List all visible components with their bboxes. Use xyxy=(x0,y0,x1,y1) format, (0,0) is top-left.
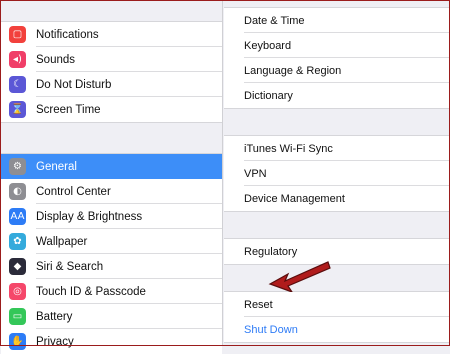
itunes-wifi-sync-label: iTunes Wi-Fi Sync xyxy=(244,142,333,155)
sidebar-item-touch-id-passcode[interactable]: ◎ Touch ID & Passcode xyxy=(1,279,222,304)
detail-spacer xyxy=(224,212,449,238)
wallpaper-icon: ✿ xyxy=(9,233,26,250)
detail-spacer xyxy=(224,265,449,291)
sidebar-item-privacy[interactable]: ✋ Privacy xyxy=(1,329,222,354)
sidebar-item-display-brightness[interactable]: AA Display & Brightness xyxy=(1,204,222,229)
sidebar-item-battery[interactable]: ▭ Battery xyxy=(1,304,222,329)
sidebar-item-wallpaper[interactable]: ✿ Wallpaper xyxy=(1,229,222,254)
moon-icon: ☾ xyxy=(9,76,26,93)
language-region-row[interactable]: Language & Region xyxy=(224,58,449,83)
detail-section-regulatory: Regulatory xyxy=(224,238,449,265)
detail-section-sync: iTunes Wi-Fi Sync VPN Device Management xyxy=(224,135,449,212)
sidebar-item-label: Battery xyxy=(36,310,73,323)
date-time-row[interactable]: Date & Time xyxy=(224,8,449,33)
sidebar-item-do-not-disturb[interactable]: ☾ Do Not Disturb xyxy=(1,72,222,97)
display-brightness-icon: AA xyxy=(9,208,26,225)
vpn-row[interactable]: VPN xyxy=(224,161,449,186)
sounds-icon: ◂) xyxy=(9,51,26,68)
sidebar-item-general[interactable]: ⚙ General xyxy=(1,154,222,179)
itunes-wifi-sync-row[interactable]: iTunes Wi-Fi Sync xyxy=(224,136,449,161)
detail-section-datetime: Date & Time Keyboard Language & Region D… xyxy=(224,7,449,109)
sidebar-item-label: Screen Time xyxy=(36,103,101,116)
gear-icon: ⚙ xyxy=(9,158,26,175)
settings-sidebar: ▢ Notifications ◂) Sounds ☾ Do Not Disturb ⌛ Sc… xyxy=(1,1,223,354)
sidebar-item-label: Wallpaper xyxy=(36,235,88,248)
detail-section-reset: Reset Shut Down xyxy=(224,291,449,343)
reset-label: Reset xyxy=(244,298,273,311)
sidebar-item-label: General xyxy=(36,160,77,173)
language-region-label: Language & Region xyxy=(244,64,342,77)
device-management-row[interactable]: Device Management xyxy=(224,186,449,211)
sidebar-item-siri-search[interactable]: ◆ Siri & Search xyxy=(1,254,222,279)
reset-row[interactable]: Reset xyxy=(224,292,449,317)
regulatory-row[interactable]: Regulatory xyxy=(224,239,449,264)
siri-icon: ◆ xyxy=(9,258,26,275)
sidebar-item-control-center[interactable]: ◐ Control Center xyxy=(1,179,222,204)
device-management-label: Device Management xyxy=(244,192,345,205)
control-center-icon: ◐ xyxy=(9,183,26,200)
sidebar-item-notifications[interactable]: ▢ Notifications xyxy=(1,22,222,47)
keyboard-row[interactable]: Keyboard xyxy=(224,33,449,58)
date-time-label: Date & Time xyxy=(244,14,305,27)
arrow-shape xyxy=(268,261,331,292)
dictionary-row[interactable]: Dictionary xyxy=(224,83,449,108)
sidebar-group-notifications: ▢ Notifications ◂) Sounds ☾ Do Not Disturb ⌛ Sc… xyxy=(1,22,222,122)
sidebar-item-label: Display & Brightness xyxy=(36,210,143,223)
notifications-icon: ▢ xyxy=(9,26,26,43)
general-detail-pane: Date & Time Keyboard Language & Region D… xyxy=(224,1,449,345)
sidebar-group-general: ⚙ General ◐ Control Center AA Display & Brigh… xyxy=(1,154,222,354)
keyboard-label: Keyboard xyxy=(244,39,292,52)
shut-down-row[interactable]: Shut Down xyxy=(224,317,449,342)
sidebar-item-label: Control Center xyxy=(36,185,111,198)
sidebar-top-spacer xyxy=(1,1,222,22)
sidebar-item-label: Touch ID & Passcode xyxy=(36,285,146,298)
hourglass-icon: ⌛ xyxy=(9,101,26,118)
sidebar-item-screen-time[interactable]: ⌛ Screen Time xyxy=(1,97,222,122)
fingerprint-icon: ◎ xyxy=(9,283,26,300)
sidebar-item-sounds[interactable]: ◂) Sounds xyxy=(1,47,222,72)
sidebar-item-label: Siri & Search xyxy=(36,260,104,273)
vpn-label: VPN xyxy=(244,167,267,180)
sidebar-group-spacer xyxy=(1,122,222,154)
sidebar-item-label: Sounds xyxy=(36,53,76,66)
sidebar-item-label: Do Not Disturb xyxy=(36,78,112,91)
detail-spacer xyxy=(224,109,449,135)
battery-icon: ▭ xyxy=(9,308,26,325)
sidebar-item-label: Notifications xyxy=(36,28,99,41)
hand-icon: ✋ xyxy=(9,333,26,350)
red-arrow-annotation xyxy=(268,261,331,292)
shut-down-label: Shut Down xyxy=(244,323,298,336)
dictionary-label: Dictionary xyxy=(244,89,293,102)
